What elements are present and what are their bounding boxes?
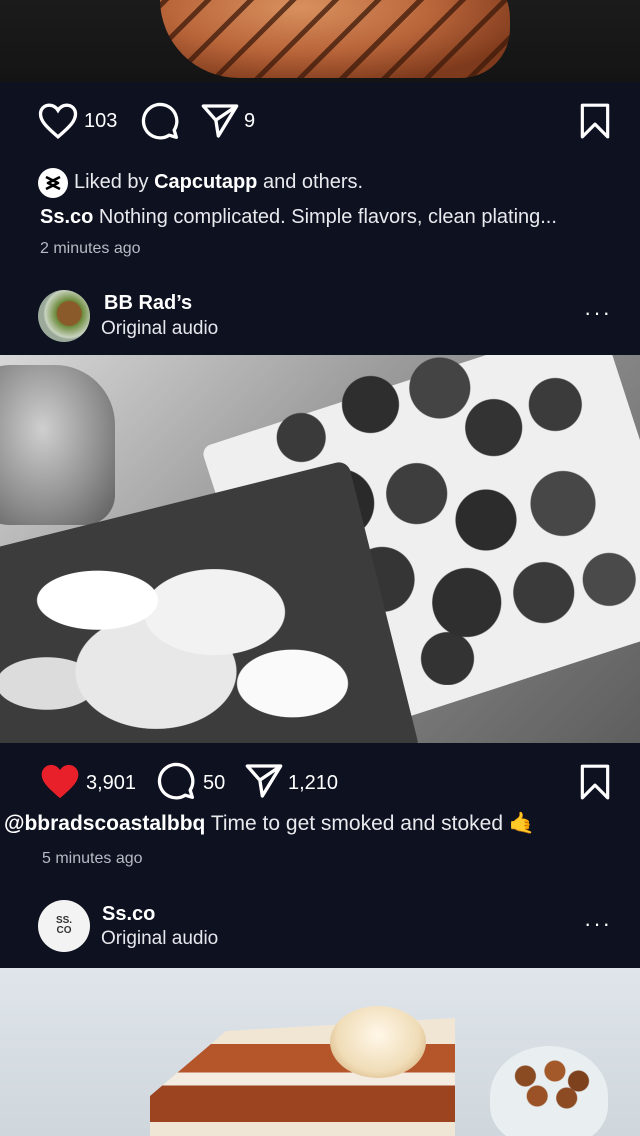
- post2-caption-text: Time to get smoked and stoked 🤙: [205, 812, 536, 835]
- post3-image[interactable]: [0, 968, 640, 1136]
- post1-timestamp: 2 minutes ago: [40, 240, 141, 257]
- post2-audio-label[interactable]: Original audio: [101, 318, 218, 340]
- heart-filled-icon[interactable]: [40, 763, 80, 800]
- post1-caption: Ss.co Nothing complicated. Simple flavor…: [40, 206, 557, 229]
- ssco-avatar[interactable]: SS. CO: [38, 900, 90, 952]
- post2-account-name[interactable]: BB Rad’s: [104, 292, 192, 315]
- share-icon[interactable]: [200, 102, 240, 140]
- post2-like-count: 3,901: [86, 772, 137, 794]
- post1-image[interactable]: [0, 0, 640, 82]
- liked-by-text: Liked by Capcutapp and others.: [74, 171, 363, 194]
- post2-image[interactable]: [0, 355, 640, 743]
- liked-by-suffix: and others.: [257, 171, 364, 193]
- bread-roll: [0, 365, 115, 525]
- post2-share-count: 1,210: [288, 772, 339, 794]
- post1-like-count: 103: [84, 110, 118, 132]
- post2-more-icon[interactable]: ···: [584, 300, 612, 326]
- post1-caption-text: Nothing complicated. Simple flavors, cle…: [93, 206, 557, 228]
- nut-bowl: [490, 1046, 608, 1136]
- post2-caption-user[interactable]: @bbradscoastalbbq: [4, 812, 205, 835]
- post1-caption-user[interactable]: Ss.co: [40, 206, 93, 228]
- ssco-avatar-text: SS. CO: [55, 915, 73, 936]
- comment-icon[interactable]: [156, 761, 196, 801]
- liked-by-prefix: Liked by: [74, 171, 155, 193]
- post2-comment-count: 50: [203, 772, 226, 794]
- post3-account-name[interactable]: Ss.co: [102, 903, 155, 926]
- coleslaw: [0, 505, 390, 743]
- heart-icon[interactable]: [38, 102, 78, 140]
- post2-timestamp: 5 minutes ago: [42, 850, 143, 867]
- bookmark-icon[interactable]: [578, 102, 612, 140]
- comment-icon[interactable]: [140, 101, 180, 141]
- steak-food-image: [160, 0, 510, 78]
- post3-more-icon[interactable]: ···: [584, 911, 612, 937]
- bbrads-avatar[interactable]: [38, 290, 90, 342]
- liked-by-user-link[interactable]: Capcutapp: [154, 171, 257, 193]
- post2-caption: @bbradscoastalbbq Time to get smoked and…: [4, 812, 535, 836]
- capcut-logo-icon: [38, 168, 68, 198]
- post1-share-count: 9: [244, 110, 256, 132]
- bookmark-icon[interactable]: [578, 763, 612, 801]
- whipped-cream-topping: [330, 1006, 426, 1078]
- share-icon[interactable]: [244, 762, 284, 800]
- post3-audio-label[interactable]: Original audio: [101, 928, 218, 950]
